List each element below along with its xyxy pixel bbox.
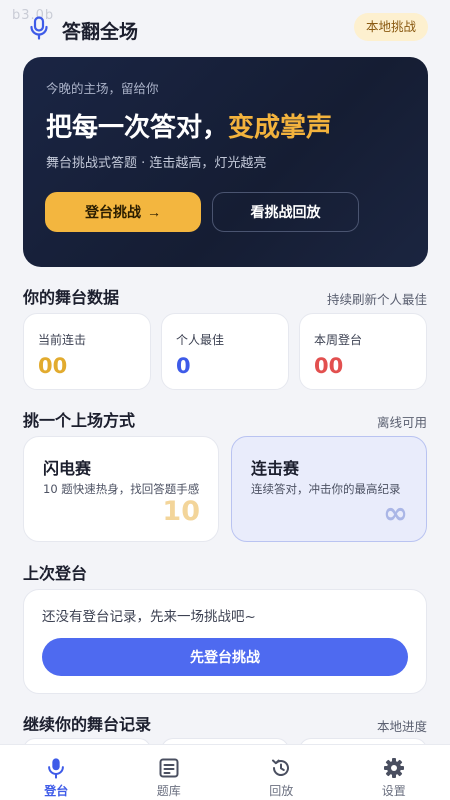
stat-label: 本周登台 (314, 333, 363, 347)
stat-label: 个人最佳 (176, 333, 225, 347)
mic-icon (48, 758, 65, 779)
view-replay-button[interactable]: 看挑战回放 (212, 192, 359, 232)
top-bar: 答翻全场 本地挑战 (0, 0, 450, 56)
last-stage-title: 上次登台 (23, 564, 88, 583)
mode-question-count: 10 (162, 496, 200, 527)
modes-section-note: 离线可用 (376, 415, 427, 430)
tab-settings[interactable]: 设置 (338, 745, 450, 800)
mode-description: 连续答对，冲击你的最高纪录 (251, 482, 401, 496)
tab-stage[interactable]: 登台 (0, 745, 113, 800)
stat-value: 00 (314, 354, 344, 378)
infinity-icon: ∞ (383, 496, 408, 531)
stats-section-note: 持续刷新个人最佳 (326, 292, 427, 307)
hero-title-highlight: 变成掌声 (228, 113, 333, 143)
app-title: 答翻全场 (62, 21, 139, 43)
tab-question-bank[interactable]: 题库 (113, 745, 226, 800)
local-challenge-badge[interactable]: 本地挑战 (353, 13, 428, 41)
start-challenge-label: 登台挑战 (85, 204, 141, 220)
mic-icon (30, 16, 48, 40)
start-challenge-button[interactable]: 登台挑战 → (45, 192, 201, 232)
replay-icon (272, 759, 290, 776)
stat-card-personal-best: 个人最佳 0 (161, 313, 289, 390)
last-stage-card: 还没有登台记录，先来一场挑战吧~ 先登台挑战 (23, 589, 427, 694)
bottom-tab-bar: 登台 题库 回放 设置 (0, 744, 450, 800)
tab-label: 登台 (44, 784, 69, 798)
book-icon (159, 758, 179, 778)
hero-title: 把每一次答对，变成掌声 (46, 107, 332, 144)
arrow-right-icon: → (147, 204, 161, 220)
mode-card-combo[interactable]: 连击赛 连续答对，冲击你的最高纪录 ∞ (231, 436, 427, 542)
mode-name: 闪电赛 (43, 459, 92, 478)
gear-icon (383, 758, 404, 778)
mode-name: 连击赛 (251, 459, 300, 478)
hero-kicker: 今晚的主场，留给你 (46, 81, 159, 96)
hero-title-main: 把每一次答对， (46, 113, 229, 143)
stats-section-title: 你的舞台数据 (23, 288, 120, 307)
mode-description: 10 题快速热身，找回答题手感 (43, 482, 200, 496)
empty-record-text: 还没有登台记录，先来一场挑战吧~ (42, 609, 256, 625)
modes-section-title: 挑一个上场方式 (23, 411, 136, 430)
hero-subtitle: 舞台挑战式答题 · 连击越高，灯光越亮 (46, 156, 267, 171)
tab-label: 设置 (381, 784, 406, 798)
tab-replay[interactable]: 回放 (225, 745, 338, 800)
tab-label: 题库 (156, 784, 181, 798)
stat-card-current-combo: 当前连击 00 (23, 313, 151, 390)
mode-card-lightning[interactable]: 闪电赛 10 题快速热身，找回答题手感 10 (23, 436, 219, 542)
stat-card-weekly-stage: 本周登台 00 (299, 313, 427, 390)
records-section-title: 继续你的舞台记录 (23, 715, 152, 734)
records-section-note: 本地进度 (376, 719, 427, 734)
stat-value: 0 (176, 354, 191, 378)
start-stage-button[interactable]: 先登台挑战 (42, 638, 408, 676)
tab-label: 回放 (269, 784, 294, 798)
stat-value: 00 (38, 354, 68, 378)
stat-label: 当前连击 (38, 333, 87, 347)
hero-card: 今晚的主场，留给你 把每一次答对，变成掌声 舞台挑战式答题 · 连击越高，灯光越… (23, 57, 428, 267)
